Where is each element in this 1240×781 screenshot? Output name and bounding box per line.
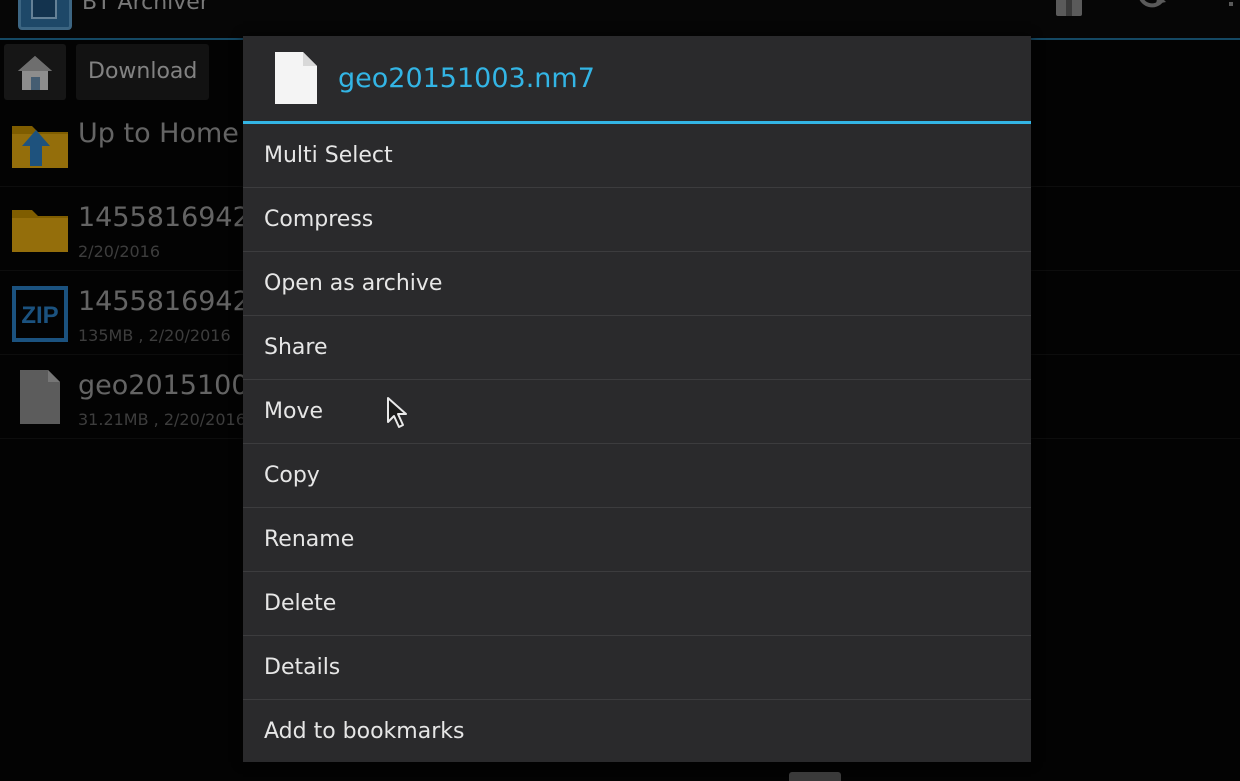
context-menu-dialog: geo20151003.nm7 Multi Select Compress Op…: [243, 36, 1031, 762]
menu-item-add-to-bookmarks[interactable]: Add to bookmarks: [243, 700, 1031, 763]
file-icon: [275, 52, 317, 104]
menu-item-move[interactable]: Move: [243, 380, 1031, 444]
mouse-pointer-icon: [387, 397, 407, 428]
dialog-header: geo20151003.nm7: [243, 36, 1031, 124]
menu-item-open-as-archive[interactable]: Open as archive: [243, 252, 1031, 316]
menu-item-multi-select[interactable]: Multi Select: [243, 124, 1031, 188]
menu-item-details[interactable]: Details: [243, 636, 1031, 700]
menu-item-copy[interactable]: Copy: [243, 444, 1031, 508]
navigation-handle[interactable]: [789, 772, 841, 781]
menu-item-compress[interactable]: Compress: [243, 188, 1031, 252]
context-menu: Multi Select Compress Open as archive Sh…: [243, 124, 1031, 763]
screen: BT Archiver Download Up to Home 14558169…: [0, 0, 1240, 781]
menu-item-share[interactable]: Share: [243, 316, 1031, 380]
menu-item-rename[interactable]: Rename: [243, 508, 1031, 572]
menu-item-delete[interactable]: Delete: [243, 572, 1031, 636]
dialog-title: geo20151003.nm7: [338, 63, 595, 94]
